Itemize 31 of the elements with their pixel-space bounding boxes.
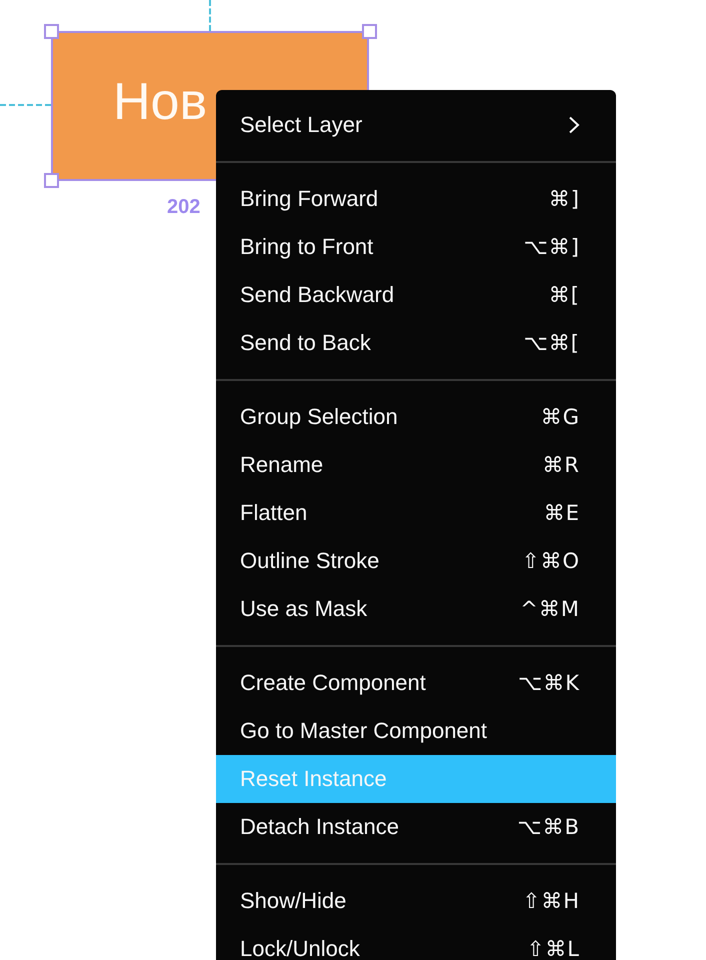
keyboard-shortcut: ⌘G — [540, 405, 580, 429]
menu-item[interactable]: Rename ⌘R — [216, 441, 616, 489]
keyboard-shortcut: ⌥⌘K — [518, 671, 580, 695]
keyboard-shortcut: ⇧⌘H — [522, 889, 580, 913]
keyboard-shortcut: ⌘R — [542, 453, 580, 477]
menu-item[interactable]: Create Component ⌥⌘K — [216, 659, 616, 707]
menu-item[interactable]: Flatten ⌘E — [216, 489, 616, 537]
menu-item[interactable]: Bring to Front ⌥⌘] — [216, 223, 616, 271]
keyboard-shortcut: ⌥⌘] — [524, 235, 580, 259]
menu-item[interactable]: Go to Master Component — [216, 707, 616, 755]
layer-text: Нов — [113, 74, 208, 132]
menu-item[interactable]: Outline Stroke ⇧⌘O — [216, 537, 616, 585]
keyboard-shortcut: ⌘] — [548, 187, 580, 211]
menu-item[interactable]: Send to Back ⌥⌘[ — [216, 319, 616, 367]
resize-handle[interactable] — [44, 24, 59, 39]
menu-item[interactable]: Show/Hide ⇧⌘H — [216, 877, 616, 925]
menu-item[interactable]: Use as Mask ^⌘M — [216, 585, 616, 633]
menu-item[interactable]: Lock/Unlock ⇧⌘L — [216, 925, 616, 960]
resize-handle[interactable] — [44, 173, 59, 188]
keyboard-shortcut: ⌘E — [544, 501, 580, 525]
keyboard-shortcut: ⇧⌘O — [522, 549, 580, 573]
size-label: 202 — [167, 195, 200, 219]
menu-item[interactable]: Group Selection ⌘G — [216, 393, 616, 441]
keyboard-shortcut: ⌘[ — [548, 283, 580, 307]
keyboard-shortcut: ⌥⌘[ — [524, 331, 580, 355]
menu-item[interactable]: Send Backward ⌘[ — [216, 271, 616, 319]
keyboard-shortcut: ^⌘M — [520, 597, 580, 621]
keyboard-shortcut: ⇧⌘L — [526, 937, 580, 960]
resize-handle[interactable] — [362, 24, 377, 39]
keyboard-shortcut: ⌥⌘B — [517, 815, 580, 839]
menu-item[interactable]: Detach Instance ⌥⌘B — [216, 803, 616, 851]
